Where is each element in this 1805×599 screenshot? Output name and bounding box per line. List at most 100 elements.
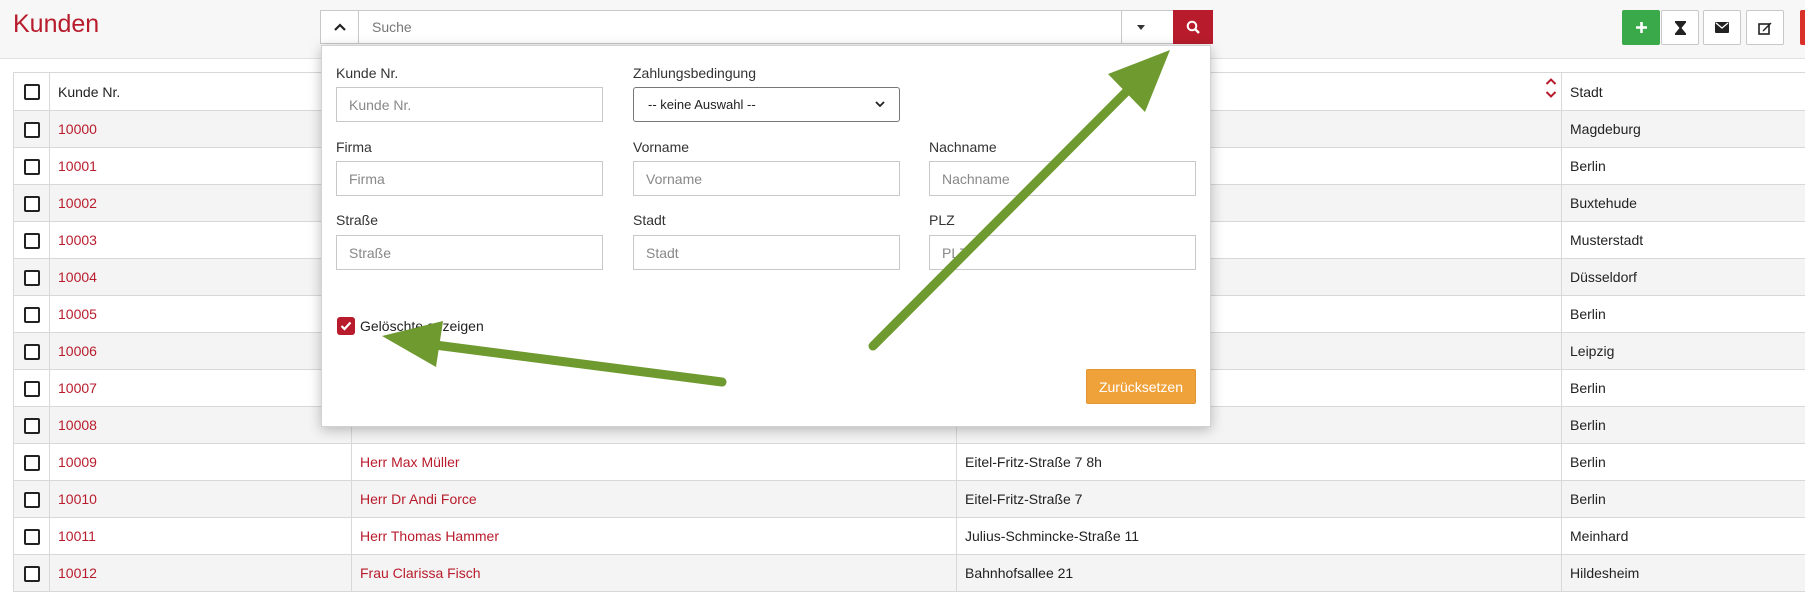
city-cell: Magdeburg <box>1561 110 1805 148</box>
row-checkbox[interactable] <box>23 158 40 175</box>
select-all-checkbox[interactable] <box>23 84 40 101</box>
vorname-field[interactable] <box>633 161 900 196</box>
search-icon <box>1186 20 1200 34</box>
city-cell: Leipzig <box>1561 332 1805 370</box>
row-checkbox[interactable] <box>23 343 40 360</box>
street-cell: Bahnhofsallee 21 <box>956 554 1562 592</box>
plz-label: PLZ <box>929 212 955 228</box>
name-cell[interactable]: Herr Thomas Hammer <box>351 517 957 555</box>
plz-field[interactable] <box>929 235 1196 270</box>
kunde-nr-cell[interactable]: 10012 <box>49 554 352 592</box>
nachname-label: Nachname <box>929 139 997 155</box>
kunde-nr-cell[interactable]: 10009 <box>49 443 352 481</box>
filter-toggle-button[interactable] <box>321 11 359 43</box>
table-row[interactable]: 10009 Herr Max Müller Eitel-Fritz-Straße 7… <box>13 443 1805 481</box>
city-cell: Buxtehude <box>1561 184 1805 222</box>
row-checkbox[interactable] <box>23 269 40 286</box>
chevron-down-icon <box>875 101 885 108</box>
street-cell: Julius-Schmincke-Straße 11 <box>956 517 1562 555</box>
row-select-cell <box>13 221 50 259</box>
kunde-nr-cell[interactable]: 10005 <box>49 295 352 333</box>
show-deleted-label[interactable]: Gelöschte anzeigen <box>360 318 484 334</box>
chevron-up-icon <box>333 23 346 31</box>
kunde-nr-cell[interactable]: 10002 <box>49 184 352 222</box>
firma-label: Firma <box>336 139 372 155</box>
city-cell: Meinhard <box>1561 517 1805 555</box>
vorname-label: Vorname <box>633 139 690 155</box>
strasse-label: Straße <box>336 212 379 228</box>
strasse-field[interactable] <box>336 235 603 270</box>
kunde-nr-cell[interactable]: 10011 <box>49 517 352 555</box>
mail-button[interactable] <box>1703 10 1741 45</box>
zahlungsbedingung-value: -- keine Auswahl -- <box>648 97 756 112</box>
table-row[interactable]: 10011 Herr Thomas Hammer Julius-Schmincke-… <box>13 517 1805 555</box>
sort-icon[interactable] <box>1545 76 1557 103</box>
kunde-nr-cell[interactable]: 10000 <box>49 110 352 148</box>
search-dropdown-button[interactable] <box>1121 11 1159 43</box>
column-header-kunde-nr[interactable]: Kunde Nr. <box>49 72 352 111</box>
row-select-cell <box>13 258 50 296</box>
stadt-field[interactable] <box>633 235 900 270</box>
name-cell[interactable]: Herr Max Müller <box>351 443 957 481</box>
row-select-cell <box>13 554 50 592</box>
kunde-nr-cell[interactable]: 10001 <box>49 147 352 185</box>
city-cell: Musterstadt <box>1561 221 1805 259</box>
plus-icon <box>1635 22 1647 33</box>
name-cell[interactable]: Herr Dr Andi Force <box>351 480 957 518</box>
edit-button[interactable] <box>1746 10 1784 45</box>
firma-field[interactable] <box>336 161 603 196</box>
add-button[interactable] <box>1622 10 1660 45</box>
street-cell: Eitel-Fritz-Straße 7 <box>956 480 1562 518</box>
street-cell: Eitel-Fritz-Straße 7 8h <box>956 443 1562 481</box>
row-checkbox[interactable] <box>23 195 40 212</box>
city-cell: Berlin <box>1561 369 1805 407</box>
name-cell[interactable]: Frau Clarissa Fisch <box>351 554 957 592</box>
filter-panel: Kunde Nr. Zahlungsbedingung -- keine Aus… <box>321 45 1211 427</box>
row-checkbox[interactable] <box>23 417 40 434</box>
kunde-nr-cell[interactable]: 10006 <box>49 332 352 370</box>
row-select-cell <box>13 443 50 481</box>
city-cell: Berlin <box>1561 443 1805 481</box>
kunde-nr-cell[interactable]: 10010 <box>49 480 352 518</box>
row-select-cell <box>13 147 50 185</box>
checkmark-icon <box>340 321 352 331</box>
kunde-nr-cell[interactable]: 10003 <box>49 221 352 259</box>
kunde-nr-label: Kunde Nr. <box>336 65 399 81</box>
envelope-icon <box>1715 22 1729 33</box>
stadt-label: Stadt <box>633 212 666 228</box>
delete-button[interactable] <box>1800 10 1805 45</box>
edit-icon <box>1758 22 1772 35</box>
row-select-cell <box>13 110 50 148</box>
search-input[interactable] <box>359 11 1121 43</box>
reset-button[interactable]: Zurücksetzen <box>1086 369 1196 404</box>
row-checkbox[interactable] <box>23 454 40 471</box>
caret-down-icon <box>1136 24 1145 30</box>
row-checkbox[interactable] <box>23 306 40 323</box>
history-button[interactable] <box>1661 10 1699 45</box>
kunde-nr-cell[interactable]: 10007 <box>49 369 352 407</box>
kunde-nr-cell[interactable]: 10004 <box>49 258 352 296</box>
search-gap <box>1159 11 1173 43</box>
row-checkbox[interactable] <box>23 380 40 397</box>
row-checkbox[interactable] <box>23 491 40 508</box>
city-cell: Berlin <box>1561 406 1805 444</box>
show-deleted-checkbox[interactable] <box>337 317 355 335</box>
kunde-nr-cell[interactable]: 10008 <box>49 406 352 444</box>
city-cell: Berlin <box>1561 480 1805 518</box>
row-checkbox[interactable] <box>23 232 40 249</box>
table-row[interactable]: 10010 Herr Dr Andi Force Eitel-Fritz-Straß… <box>13 480 1805 518</box>
city-cell: Hildesheim <box>1561 554 1805 592</box>
hourglass-icon <box>1674 20 1686 35</box>
column-header-stadt[interactable]: Stadt <box>1561 72 1805 111</box>
row-checkbox[interactable] <box>23 528 40 545</box>
row-select-cell <box>13 295 50 333</box>
zahlungsbedingung-select[interactable]: -- keine Auswahl -- <box>633 87 900 122</box>
table-row[interactable]: 10012 Frau Clarissa Fisch Bahnhofsallee 21… <box>13 554 1805 592</box>
zahlungsbedingung-label: Zahlungsbedingung <box>633 65 756 81</box>
search-bar <box>320 10 1213 44</box>
nachname-field[interactable] <box>929 161 1196 196</box>
row-checkbox[interactable] <box>23 121 40 138</box>
kunde-nr-field[interactable] <box>336 87 603 122</box>
row-checkbox[interactable] <box>23 565 40 582</box>
search-button[interactable] <box>1173 10 1213 44</box>
